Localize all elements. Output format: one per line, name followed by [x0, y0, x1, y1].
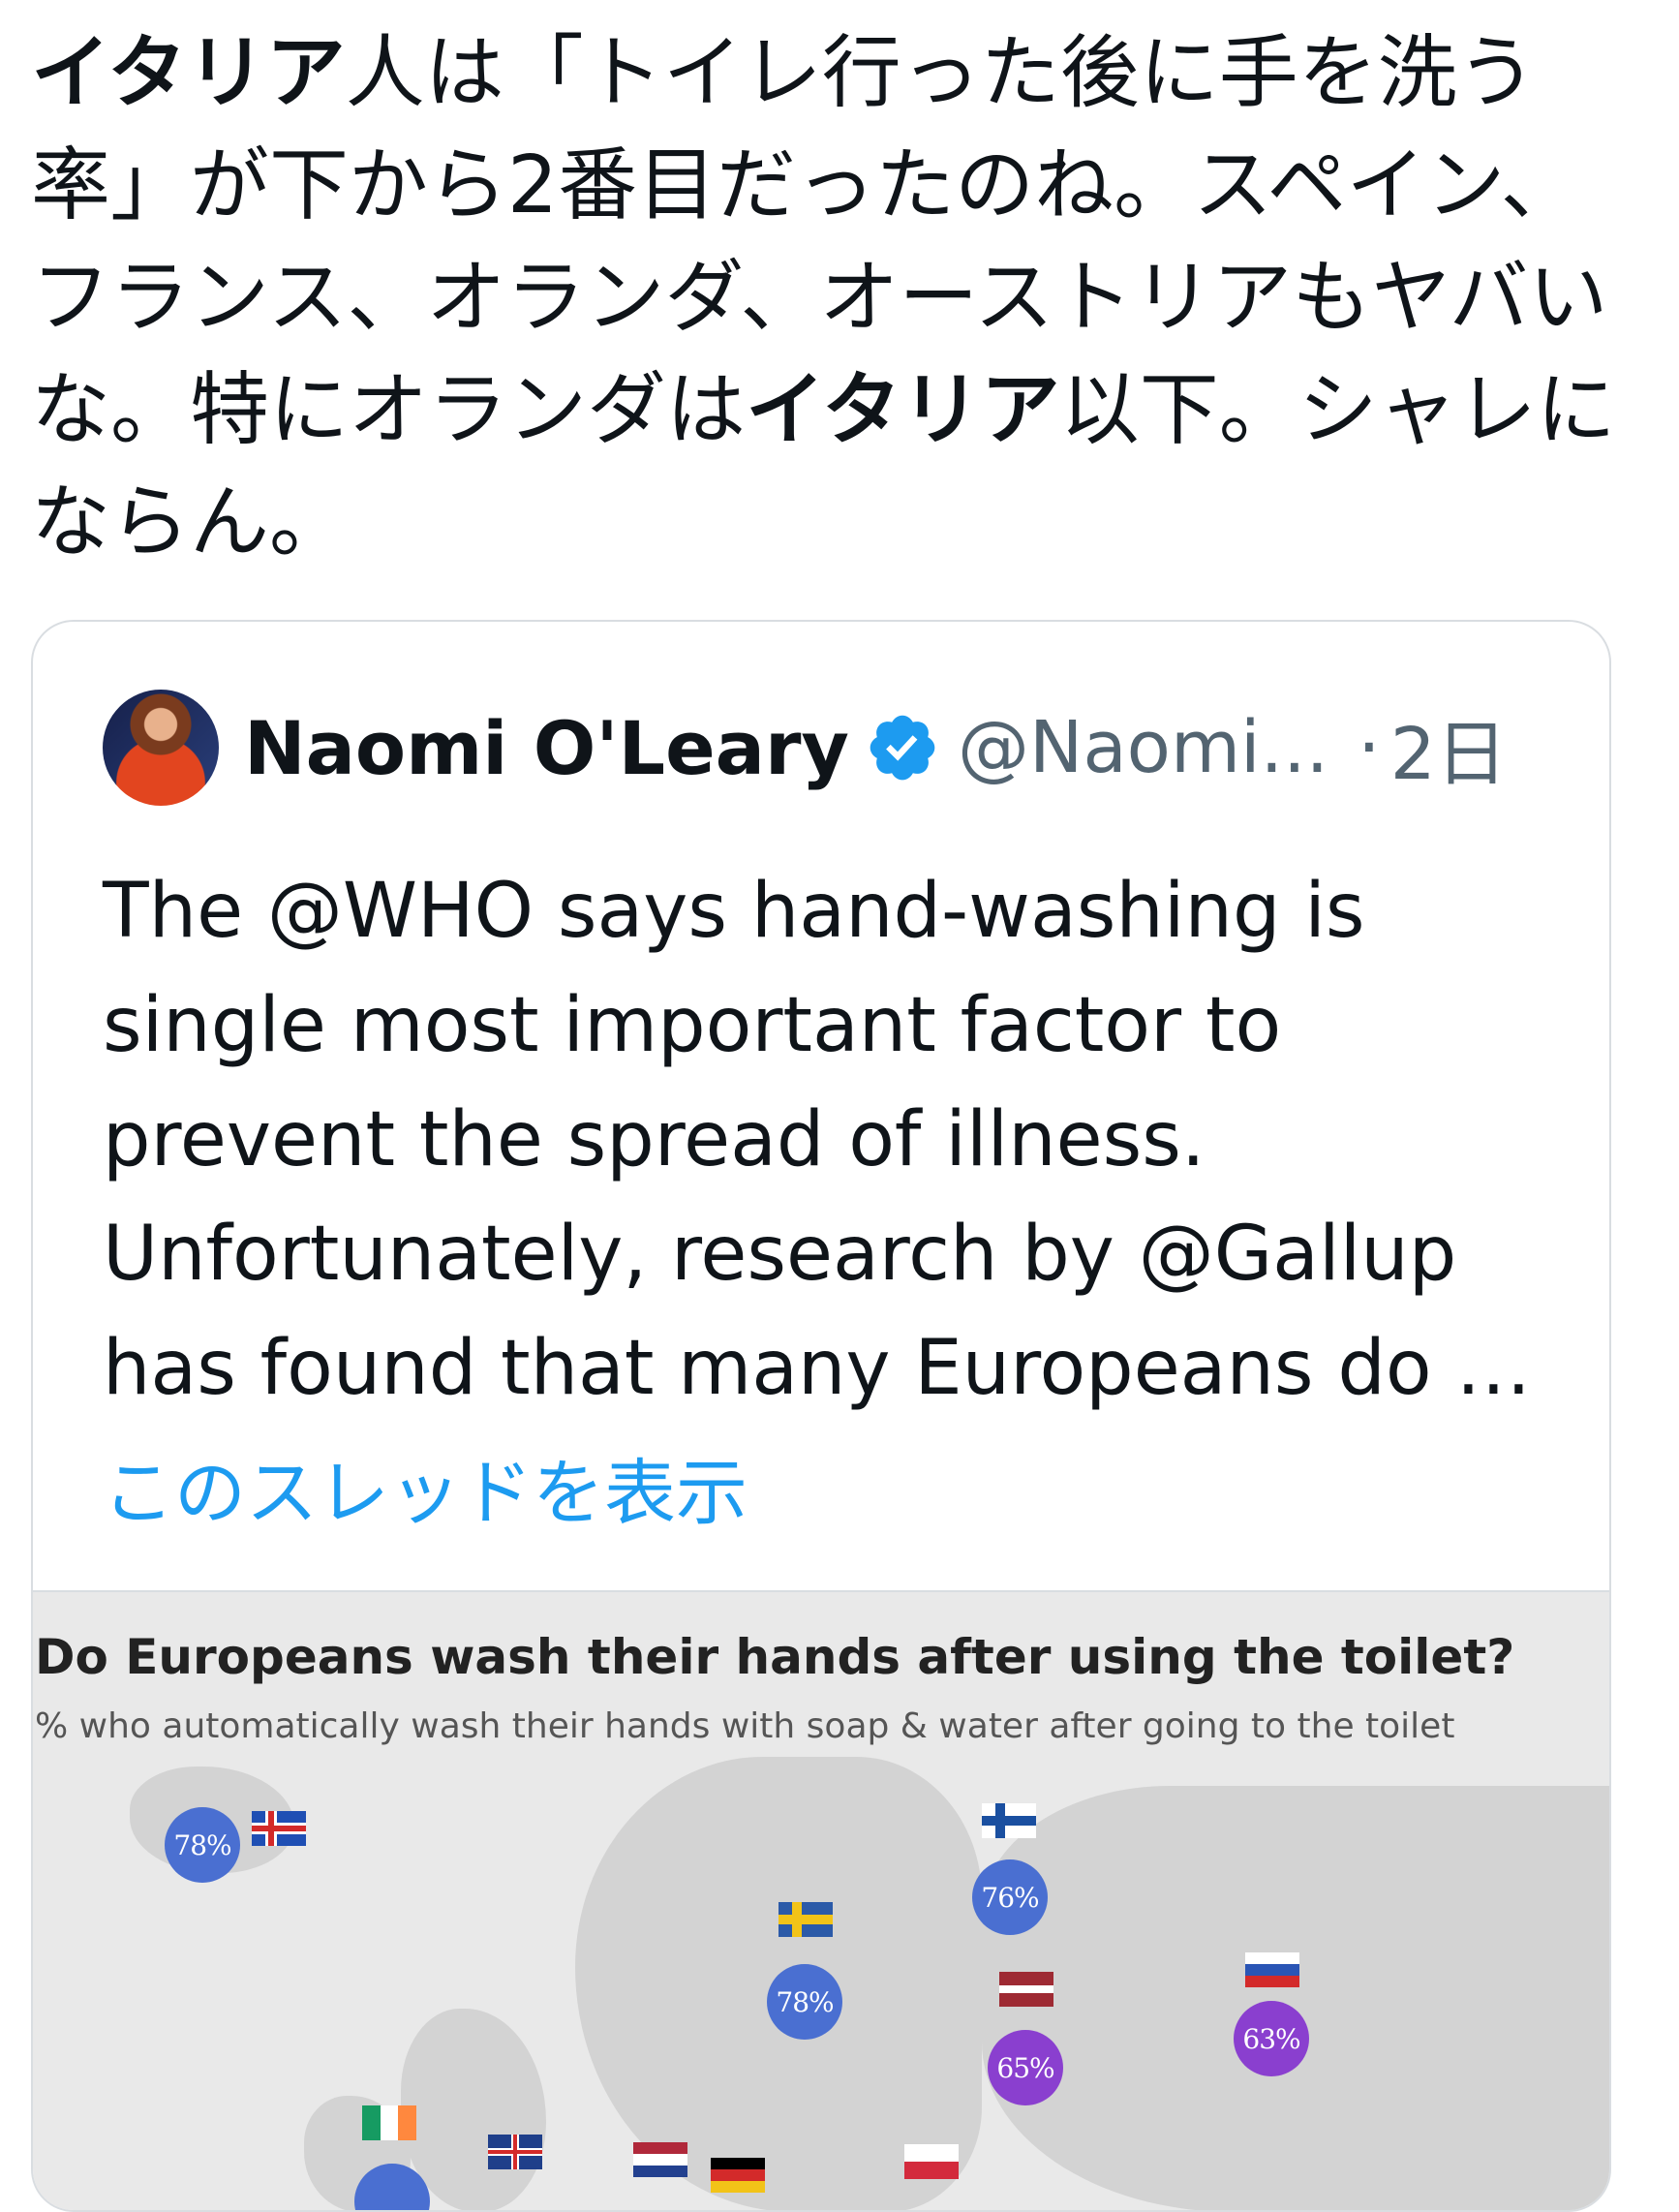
tweet-text: イタリア人は「トイレ行った後に手を洗う率」が下から2番目だったのね。スペイン、フ… [31, 17, 1619, 579]
sweden-flag-icon [778, 1902, 833, 1937]
tweet-text-segment-2: イタリア [746, 364, 1060, 456]
tweet-text-segment-0: イタリア [31, 27, 346, 119]
netherlands-flag-icon [633, 2142, 687, 2177]
value-bubble-finland: 76% [972, 1859, 1048, 1935]
author-handle[interactable]: @Naomi... [958, 706, 1328, 789]
russia-flag-icon [1245, 1952, 1299, 1987]
value-bubble-latvia: 65% [988, 2030, 1063, 2105]
value-bubble-sweden: 78% [767, 1964, 842, 2040]
previous-tweet-clip [0, 0, 1679, 2]
map-image[interactable]: Do Europeans wash their hands after usin… [33, 1590, 1609, 2210]
iceland-flag-icon [252, 1811, 306, 1846]
author-name[interactable]: Naomi O'Leary [244, 705, 849, 791]
map-title: Do Europeans wash their hands after usin… [35, 1629, 1515, 1685]
quoted-tweet-body: The @WHO says hand-washing is single mos… [103, 868, 1532, 1412]
poland-flag-icon [904, 2144, 959, 2179]
land-shape [982, 1786, 1609, 2210]
ireland-flag-icon [362, 2105, 416, 2140]
separator-dot: · [1358, 706, 1381, 789]
finland-flag-icon [982, 1803, 1036, 1838]
latvia-flag-icon [999, 1972, 1053, 2007]
tweet-time[interactable]: 2日 [1390, 696, 1508, 800]
value-bubble-iceland: 78% [165, 1807, 240, 1883]
verified-badge-icon [870, 715, 935, 781]
quoted-tweet-header: Naomi O'Leary @Naomi... · 2日 [103, 690, 1508, 806]
show-thread-link[interactable]: このスレッドを表示 [103, 1435, 748, 1539]
value-bubble-russia: 63% [1234, 2001, 1309, 2076]
germany-flag-icon [711, 2158, 765, 2193]
uk-flag-icon [488, 2135, 542, 2169]
quoted-tweet-card[interactable]: Naomi O'Leary @Naomi... · 2日 The @WHO sa… [31, 620, 1611, 2212]
map-subtitle: % who automatically wash their hands wit… [35, 1706, 1455, 1746]
avatar[interactable] [103, 690, 219, 806]
